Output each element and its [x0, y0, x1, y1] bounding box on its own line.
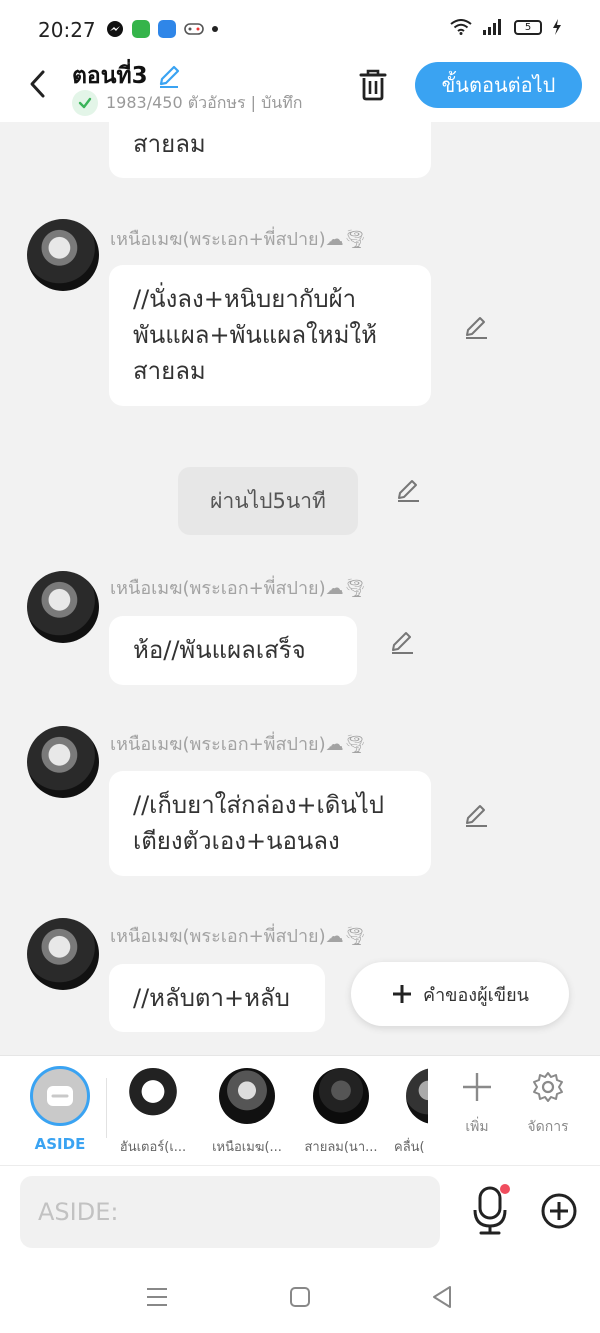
episode-title-text: ตอนที่3 [72, 63, 148, 89]
home-nav-icon[interactable] [288, 1285, 312, 1309]
aside-label: ASIDE [34, 1135, 86, 1153]
message-bubble[interactable]: //เก็บยาใส่กล่อง+เดินไป เตียงตัวเอง+นอนล… [109, 771, 431, 876]
cloud-tornado-emoji: ☁🌪 [325, 578, 367, 599]
notification-icons [106, 20, 218, 38]
add-character-button[interactable]: เพิ่ม [447, 1070, 507, 1138]
app-notification-icon [132, 20, 150, 38]
back-arrow-icon[interactable] [24, 66, 54, 102]
charging-icon [553, 19, 561, 35]
character-label: คลื่น( [394, 1140, 425, 1155]
cloud-tornado-emoji: ☁🌪 [325, 926, 367, 947]
composer [0, 1165, 600, 1260]
narration-text: ผ่านไป5นาที [210, 488, 326, 513]
character-item[interactable]: คลื่น( [388, 1068, 428, 1157]
avatar [27, 918, 99, 990]
character-label: ฮันเตอร์(เ... [119, 1140, 187, 1155]
character-item[interactable]: เหนือเมฆ(... [202, 1068, 292, 1157]
message-bubble[interactable]: //หลับตา+หลับ [109, 964, 325, 1032]
character-count-text: 1983/450 ตัวอักษร | บันทึก [106, 92, 303, 112]
chat-area[interactable]: สายลม เหนือเมฆ(พระเอก+พี่สปาย)☁🌪 //นั่งล… [0, 122, 600, 1055]
messenger-icon [107, 21, 123, 37]
back-nav-icon[interactable] [430, 1284, 454, 1310]
menu-nav-icon[interactable] [145, 1286, 169, 1308]
character-label: สายลม(นา... [304, 1140, 378, 1155]
add-circle-icon[interactable] [540, 1192, 578, 1230]
message-bubble[interactable]: ห้อ//พันแผลเสร็จ [109, 616, 357, 685]
avatar [219, 1068, 275, 1124]
episode-title[interactable]: ตอนที่3 [72, 58, 182, 94]
avatar [125, 1068, 181, 1124]
manage-characters-button[interactable]: จัดการ [518, 1070, 578, 1138]
wifi-icon [450, 19, 472, 35]
author-note-label: คำของผู้เขียน [423, 984, 529, 1006]
avatar [27, 571, 99, 643]
system-nav-bar [0, 1260, 600, 1333]
gear-icon [533, 1072, 563, 1102]
aside-character-button[interactable] [30, 1066, 90, 1126]
battery-icon: 5 [514, 19, 542, 35]
character-name: เหนือเมฆ(พระเอก+พี่สปาย)☁🌪 [110, 926, 367, 947]
character-label: เหนือเมฆ(... [212, 1140, 282, 1155]
message-text: พันแผล+พันแผลใหม่ให้ [133, 321, 377, 349]
plus-icon [393, 985, 412, 1003]
character-item[interactable]: ฮันเตอร์(เ... [108, 1068, 198, 1157]
plus-icon [463, 1073, 491, 1101]
edit-message-icon[interactable] [462, 801, 490, 829]
message-text: ห้อ//พันแผลเสร็จ [133, 636, 306, 664]
editor-header: ตอนที่3 1983/450 ตัวอักษร | บันทึก ขั้นต… [0, 58, 600, 122]
character-selector: ASIDE ฮันเตอร์(เ... เหนือเมฆ(... สายลม(น… [0, 1055, 600, 1165]
message-text: //เก็บยาใส่กล่อง+เดินไป [133, 791, 385, 819]
avatar [27, 219, 99, 291]
cloud-tornado-emoji: ☁🌪 [325, 734, 367, 755]
avatar [313, 1068, 369, 1124]
status-bar: 20:27 5 [0, 0, 600, 58]
message-text: เตียงตัวเอง+นอนลง [133, 827, 340, 855]
character-name: เหนือเมฆ(พระเอก+พี่สปาย)☁🌪 [110, 734, 367, 755]
game-controller-icon [184, 23, 204, 35]
message-bubble[interactable]: //นั่งลง+หนิบยากับผ้า พันแผล+พันแผลใหม่ใ… [109, 265, 431, 406]
avatar [406, 1068, 428, 1124]
edit-narration-icon[interactable] [394, 476, 422, 504]
author-note-button[interactable]: คำของผู้เขียน [351, 962, 569, 1026]
status-time: 20:27 [38, 18, 96, 42]
aside-chat-icon [47, 1086, 73, 1106]
character-item[interactable]: สายลม(นา... [296, 1068, 386, 1157]
message-text: สายลม [133, 357, 206, 385]
saved-check-icon [72, 90, 98, 116]
edit-title-icon[interactable] [156, 63, 182, 89]
narration-block[interactable]: ผ่านไป5นาที [178, 467, 358, 535]
edit-message-icon[interactable] [462, 313, 490, 341]
signal-icon [483, 19, 501, 35]
message-text: สายลม [133, 130, 206, 158]
edit-message-icon[interactable] [388, 628, 416, 656]
character-name: เหนือเมฆ(พระเอก+พี่สปาย)☁🌪 [110, 578, 367, 599]
trash-icon[interactable] [356, 66, 390, 102]
message-text: //หลับตา+หลับ [133, 984, 290, 1012]
next-step-button[interactable]: ขั้นตอนต่อไป [415, 62, 582, 108]
divider [106, 1078, 107, 1138]
manage-label: จัดการ [527, 1119, 569, 1135]
system-icons: 5 [450, 19, 562, 35]
character-name: เหนือเมฆ(พระเอก+พี่สปาย)☁🌪 [110, 229, 367, 250]
notification-dot [500, 1184, 510, 1194]
add-label: เพิ่ม [465, 1119, 489, 1135]
more-notifications-dot [212, 26, 218, 32]
app-notification-icon [158, 20, 176, 38]
message-input[interactable] [20, 1176, 440, 1248]
message-bubble[interactable]: สายลม [109, 122, 431, 178]
character-count-status: 1983/450 ตัวอักษร | บันทึก [72, 90, 330, 116]
cloud-tornado-emoji: ☁🌪 [325, 229, 367, 250]
message-text: //นั่งลง+หนิบยากับผ้า [133, 285, 357, 313]
avatar [27, 726, 99, 798]
